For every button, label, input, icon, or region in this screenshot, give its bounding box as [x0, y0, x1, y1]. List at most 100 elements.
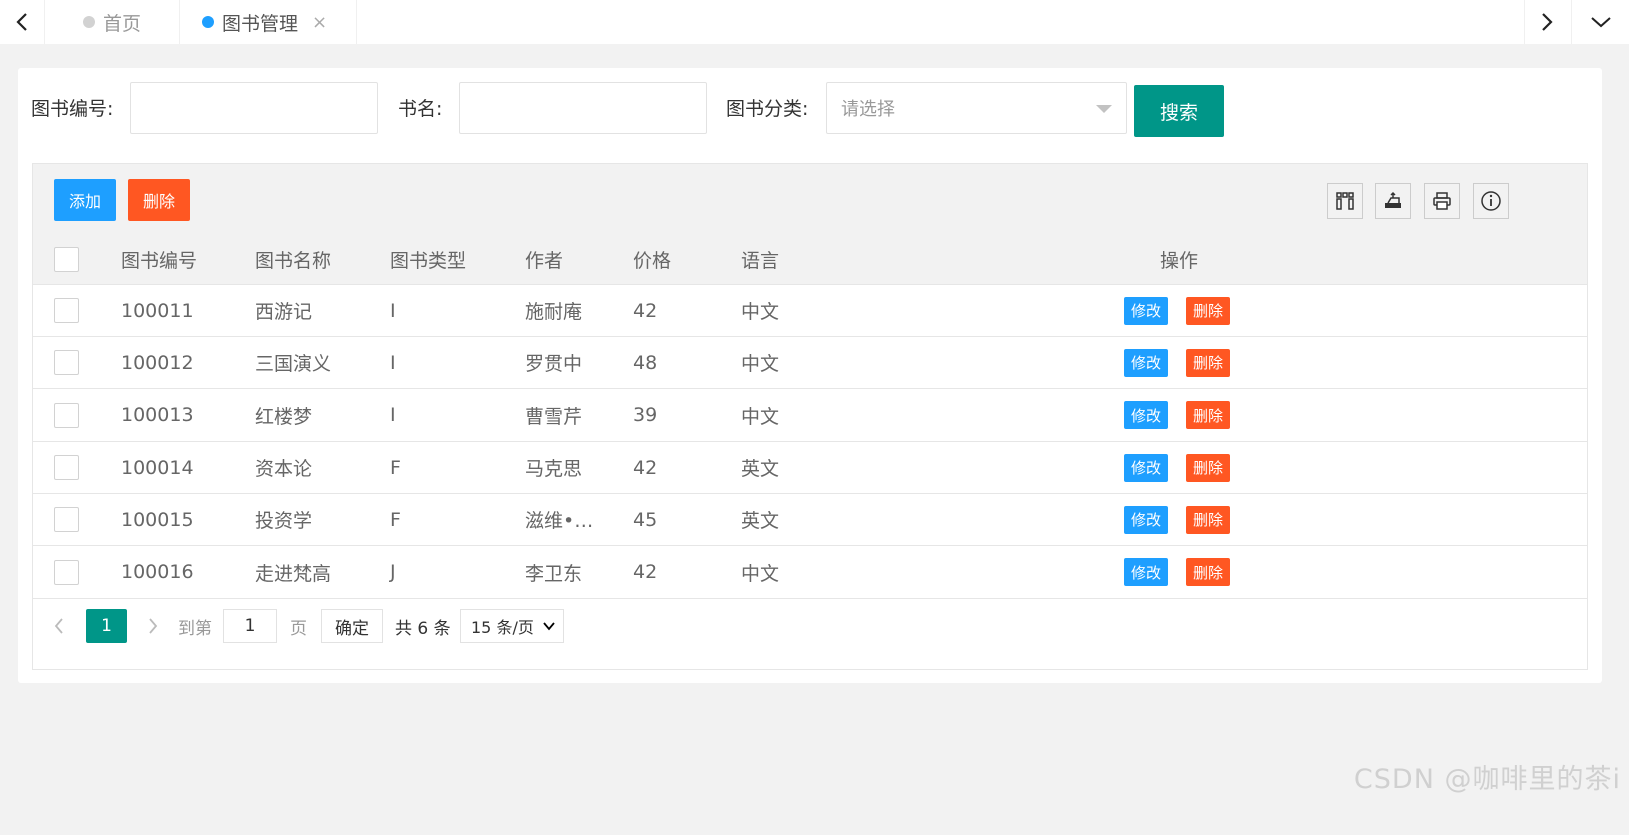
tab-home[interactable]: 首页	[45, 0, 180, 44]
page-unit-label: 页	[290, 618, 307, 639]
edit-button[interactable]: 修改	[1124, 453, 1169, 482]
tab-book-management[interactable]: 图书管理 ×	[180, 0, 357, 44]
cell-price: 42	[633, 299, 658, 322]
table-row: 100014 资本论 F 马克思 42 英文 修改 删除	[33, 442, 1587, 494]
cell-id: 100016	[121, 561, 194, 583]
columns-icon[interactable]	[1327, 183, 1363, 219]
cell-type: F	[390, 508, 401, 531]
chevron-down-icon	[1591, 17, 1611, 28]
cell-author: 马克思	[525, 458, 583, 480]
row-checkbox[interactable]	[54, 402, 79, 428]
row-actions: 修改 删除	[1124, 494, 1231, 545]
cell-name: 红楼梦	[255, 405, 313, 428]
row-select-cell	[54, 337, 79, 388]
tab-home-label: 首页	[103, 12, 142, 35]
col-header-name[interactable]: 图书名称	[255, 234, 331, 284]
book-management-card: 图书编号: 书名: 图书分类: 请选择 搜索 添加 删除 图书编号 图书名称 图…	[18, 68, 1602, 683]
print-icon[interactable]	[1424, 183, 1460, 219]
table-toolbar: 添加 删除	[33, 164, 1587, 235]
watermark: CSDN @咖啡里的茶i	[1353, 764, 1621, 795]
cell-price: 42	[633, 561, 658, 583]
delete-button[interactable]: 删除	[1186, 505, 1231, 534]
col-header-id[interactable]: 图书编号	[121, 234, 197, 284]
tab-menu-button[interactable]	[1571, 0, 1629, 44]
select-all-cell	[54, 234, 79, 284]
chevron-right-icon	[1542, 13, 1553, 31]
export-icon[interactable]	[1375, 183, 1411, 219]
current-page[interactable]: 1	[86, 609, 127, 643]
row-actions: 修改 删除	[1124, 546, 1231, 598]
close-icon[interactable]: ×	[312, 12, 327, 33]
add-button[interactable]: 添加	[54, 179, 116, 221]
cell-language: 中文	[741, 562, 780, 585]
page-size-value: 15 条/页	[471, 618, 534, 637]
cell-id: 100015	[121, 508, 194, 531]
category-placeholder: 请选择	[841, 99, 895, 120]
tab-scroll-left-button[interactable]	[0, 0, 45, 44]
search-button[interactable]: 搜索	[1134, 85, 1224, 137]
edit-button[interactable]: 修改	[1124, 401, 1169, 429]
row-checkbox[interactable]	[54, 350, 79, 375]
table-header: 图书编号 图书名称 图书类型 作者 价格 语言 操作	[33, 234, 1587, 285]
print-glyph	[1433, 192, 1451, 210]
row-checkbox[interactable]	[54, 298, 79, 323]
edit-button[interactable]: 修改	[1124, 296, 1169, 325]
cell-type: J	[390, 561, 396, 583]
cell-name: 投资学	[255, 510, 313, 532]
tab-scroll-right-button[interactable]	[1524, 0, 1569, 44]
cell-language: 中文	[741, 301, 780, 323]
info-icon[interactable]	[1473, 183, 1509, 219]
cell-type: I	[390, 299, 396, 322]
delete-button[interactable]: 删除	[1186, 401, 1231, 429]
row-select-cell	[54, 442, 79, 493]
cell-id: 100014	[121, 456, 194, 479]
edit-button[interactable]: 修改	[1124, 348, 1169, 377]
table-row: 100011 西游记 I 施耐庵 42 中文 修改 删除	[33, 285, 1587, 337]
goto-page-input[interactable]: 1	[223, 609, 277, 643]
col-header-type[interactable]: 图书类型	[390, 234, 466, 284]
col-header-language[interactable]: 语言	[741, 234, 779, 284]
cell-author: 曹雪芹	[525, 405, 583, 428]
row-select-cell	[54, 285, 79, 336]
cell-name: 走进梵高	[255, 562, 332, 585]
category-select[interactable]: 请选择	[826, 82, 1127, 134]
col-header-actions: 操作	[1160, 249, 1199, 272]
delete-button[interactable]: 删除	[1186, 453, 1231, 482]
book-id-label: 图书编号:	[31, 98, 114, 120]
delete-button[interactable]: 删除	[1186, 348, 1231, 377]
goto-label: 到第	[178, 618, 212, 639]
select-all-checkbox[interactable]	[54, 246, 79, 272]
book-table: 添加 删除 图书编号 图书名称 图书类型 作者 价格 语言 操作 100011 …	[32, 163, 1588, 670]
row-select-cell	[54, 494, 79, 545]
edit-button[interactable]: 修改	[1124, 558, 1169, 586]
chevron-left-icon	[16, 13, 27, 31]
col-header-price[interactable]: 价格	[633, 234, 671, 284]
batch-delete-button[interactable]: 删除	[128, 179, 190, 221]
col-header-author[interactable]: 作者	[525, 234, 563, 284]
cell-id: 100011	[121, 299, 194, 322]
tab-dot-icon	[83, 16, 95, 28]
tab-bar: 首页 图书管理 ×	[0, 0, 1629, 44]
cell-name: 西游记	[255, 301, 313, 323]
edit-button[interactable]: 修改	[1124, 505, 1169, 534]
row-checkbox[interactable]	[54, 507, 79, 532]
prev-page-button[interactable]	[53, 609, 65, 643]
cell-type: F	[390, 456, 401, 479]
row-checkbox[interactable]	[54, 559, 79, 585]
delete-button[interactable]: 删除	[1186, 558, 1231, 586]
row-select-cell	[54, 389, 79, 441]
caret-down-icon	[1096, 105, 1112, 113]
table-row: 100013 红楼梦 I 曹雪芹 39 中文 修改 删除	[33, 389, 1587, 442]
goto-confirm-button[interactable]: 确定	[321, 609, 383, 643]
delete-button[interactable]: 删除	[1186, 296, 1231, 325]
row-actions: 修改 删除	[1124, 442, 1231, 493]
row-checkbox[interactable]	[54, 455, 79, 480]
row-actions: 修改 删除	[1124, 337, 1231, 388]
table-row: 100015 投资学 F 滋维•… 45 英文 修改 删除	[33, 494, 1587, 546]
book-name-input[interactable]	[459, 82, 707, 134]
book-id-input[interactable]	[130, 82, 378, 134]
cell-price: 39	[633, 404, 658, 426]
page-size-select[interactable]: 15 条/页	[460, 609, 564, 643]
next-page-button[interactable]	[147, 609, 159, 643]
book-name-label: 书名:	[398, 98, 443, 120]
